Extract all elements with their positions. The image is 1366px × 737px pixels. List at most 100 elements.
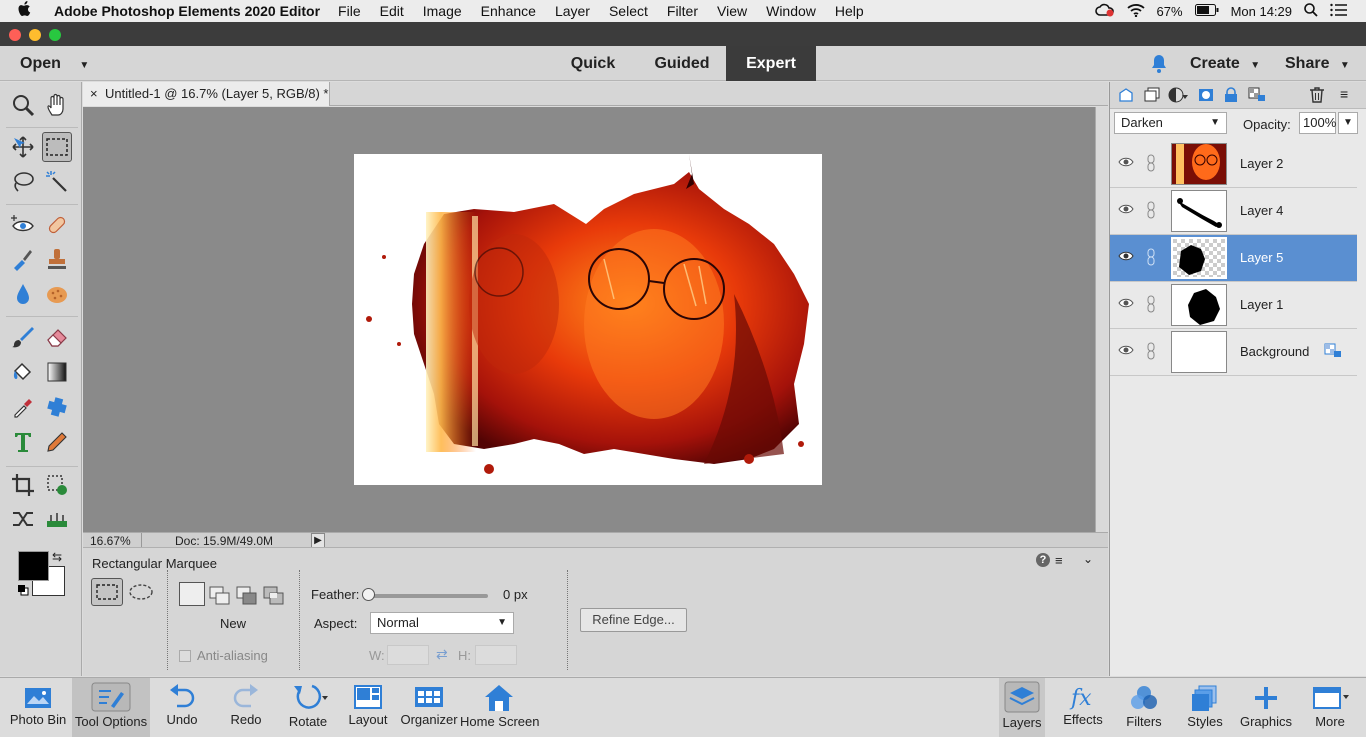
organizer-button[interactable]: Organizer	[400, 678, 458, 737]
layer-link-icon[interactable]	[1146, 247, 1156, 267]
eyedropper-tool-icon[interactable]	[8, 392, 38, 422]
menu-edit[interactable]: Edit	[380, 3, 404, 19]
zoom-tool-icon[interactable]	[8, 90, 38, 120]
home-screen-button[interactable]: Home Screen	[460, 678, 539, 737]
paint-bucket-tool-icon[interactable]	[8, 357, 38, 387]
move-tool-icon[interactable]	[8, 132, 38, 162]
lock-all-icon[interactable]	[1224, 87, 1238, 106]
elliptical-marquee-option-icon[interactable]	[128, 582, 154, 605]
feather-slider-track[interactable]	[368, 594, 488, 598]
width-input[interactable]	[387, 645, 429, 665]
content-aware-move-tool-icon[interactable]	[8, 504, 38, 534]
layer-name[interactable]: Layer 2	[1240, 156, 1283, 171]
filters-button[interactable]: Filters	[1120, 678, 1168, 737]
height-input[interactable]	[475, 645, 517, 665]
layer-row[interactable]: Background	[1110, 329, 1357, 376]
tool-options-button[interactable]: Tool Options	[72, 678, 150, 737]
swap-colors-icon[interactable]: ⇆	[52, 550, 62, 564]
rectangular-marquee-tool-icon[interactable]	[42, 132, 72, 162]
document-tab[interactable]: × Untitled-1 @ 16.7% (Layer 5, RGB/8) *	[83, 82, 330, 106]
mode-quick[interactable]: Quick	[560, 46, 626, 81]
wifi-icon[interactable]	[1126, 3, 1145, 20]
clone-stamp-tool-icon[interactable]	[42, 244, 72, 274]
layer-row[interactable]: Layer 4	[1110, 188, 1357, 235]
menu-help[interactable]: Help	[835, 3, 864, 19]
menu-window[interactable]: Window	[766, 3, 816, 19]
rectangle-marquee-option[interactable]	[91, 578, 123, 606]
opacity-input[interactable]: 100%	[1299, 112, 1336, 134]
new-group-icon[interactable]	[1143, 87, 1161, 106]
layer-row[interactable]: Layer 1	[1110, 282, 1357, 329]
selection-new-icon[interactable]	[179, 582, 205, 606]
status-menu-arrow-icon[interactable]: ▶	[311, 533, 325, 548]
menu-image[interactable]: Image	[423, 3, 462, 19]
delete-layer-icon[interactable]	[1309, 87, 1325, 106]
more-button[interactable]: More	[1306, 678, 1354, 737]
document-canvas[interactable]	[354, 154, 822, 485]
gradient-tool-icon[interactable]	[42, 357, 72, 387]
mode-guided[interactable]: Guided	[648, 46, 716, 81]
app-name[interactable]: Adobe Photoshop Elements 2020 Editor	[54, 3, 320, 19]
layer-link-icon[interactable]	[1146, 200, 1156, 220]
visibility-eye-icon[interactable]	[1118, 156, 1134, 172]
styles-button[interactable]: Styles	[1182, 678, 1228, 737]
battery-icon[interactable]	[1194, 3, 1219, 19]
minimize-window-button[interactable]	[29, 29, 41, 41]
new-layer-icon[interactable]	[1118, 87, 1134, 106]
undo-button[interactable]: Undo	[158, 678, 206, 737]
visibility-eye-icon[interactable]	[1118, 250, 1134, 266]
spotlight-search-icon[interactable]	[1304, 2, 1318, 20]
lasso-tool-icon[interactable]	[8, 167, 38, 197]
mode-expert[interactable]: Expert	[726, 46, 816, 81]
menu-select[interactable]: Select	[609, 3, 648, 19]
effects-button[interactable]: fx Effects	[1058, 678, 1108, 737]
layer-link-icon[interactable]	[1146, 294, 1156, 314]
create-button[interactable]: Create ▼	[1190, 46, 1262, 81]
zoom-level[interactable]: 16.67%	[90, 534, 131, 548]
aspect-select[interactable]: Normal ▼	[370, 612, 514, 634]
blur-tool-icon[interactable]	[8, 279, 38, 309]
recompose-tool-icon[interactable]	[42, 470, 72, 500]
layer-name[interactable]: Layer 1	[1240, 297, 1283, 312]
hand-tool-icon[interactable]	[42, 90, 72, 120]
selection-intersect-icon[interactable]	[263, 586, 285, 609]
menu-view[interactable]: View	[717, 3, 747, 19]
open-button[interactable]: Open ▼	[20, 46, 95, 81]
vertical-scrollbar[interactable]	[1095, 107, 1108, 532]
close-window-button[interactable]	[9, 29, 21, 41]
layer-link-icon[interactable]	[1146, 341, 1156, 361]
layers-panel-menu-icon[interactable]: ≡	[1340, 86, 1348, 102]
layer-row[interactable]: Layer 2	[1110, 141, 1357, 188]
menu-layer[interactable]: Layer	[555, 3, 590, 19]
foreground-color-swatch[interactable]	[18, 551, 49, 581]
add-mask-icon[interactable]	[1198, 87, 1214, 106]
visibility-eye-icon[interactable]	[1118, 203, 1134, 219]
selection-add-icon[interactable]	[209, 586, 231, 609]
blend-mode-select[interactable]: Darken ▼	[1114, 112, 1227, 134]
menu-file[interactable]: File	[338, 3, 361, 19]
default-colors-icon[interactable]	[17, 584, 29, 596]
layer-name[interactable]: Background	[1240, 344, 1309, 359]
notifications-bell-icon[interactable]	[1148, 46, 1170, 81]
red-eye-tool-icon[interactable]	[8, 210, 38, 240]
type-tool-icon[interactable]	[8, 427, 38, 457]
layers-button[interactable]: Layers	[999, 678, 1045, 737]
refine-edge-button[interactable]: Refine Edge...	[580, 608, 687, 632]
feather-slider-thumb[interactable]	[362, 588, 375, 601]
visibility-eye-icon[interactable]	[1118, 297, 1134, 313]
crop-tool-icon[interactable]	[8, 470, 38, 500]
menu-enhance[interactable]: Enhance	[481, 3, 536, 19]
layer-locked-icon[interactable]	[1324, 343, 1342, 362]
menu-filter[interactable]: Filter	[667, 3, 698, 19]
photo-bin-button[interactable]: Photo Bin	[6, 678, 70, 737]
selection-subtract-icon[interactable]	[236, 586, 258, 609]
sponge-tool-icon[interactable]	[42, 279, 72, 309]
lock-transparent-icon[interactable]	[1248, 87, 1266, 106]
visibility-eye-icon[interactable]	[1118, 344, 1134, 360]
layer-row-selected[interactable]: Layer 5	[1110, 235, 1357, 282]
straighten-tool-icon[interactable]	[42, 504, 72, 534]
opacity-dropdown-chevron-icon[interactable]: ▼	[1338, 112, 1358, 134]
pencil-tool-icon[interactable]	[42, 427, 72, 457]
smart-brush-tool-icon[interactable]	[8, 244, 38, 274]
layer-name[interactable]: Layer 5	[1240, 250, 1283, 265]
